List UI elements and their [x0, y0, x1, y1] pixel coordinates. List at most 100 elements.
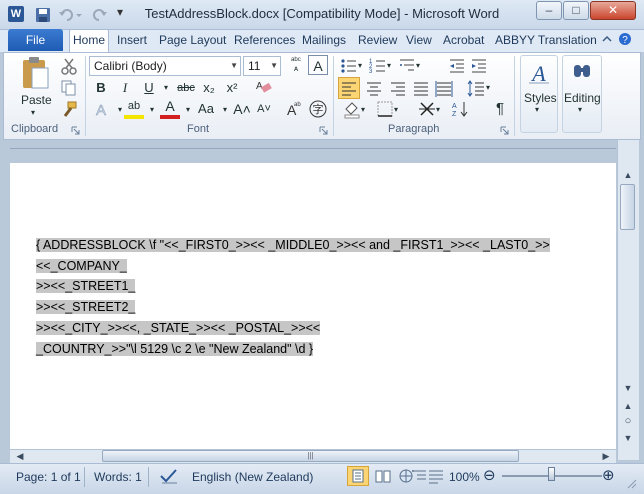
enclose-characters-icon[interactable]: 字	[308, 99, 328, 119]
shrink-font-button[interactable]: A˅	[254, 99, 274, 119]
highlight-color-button[interactable]: ab	[124, 99, 144, 119]
align-center-icon[interactable]	[364, 78, 384, 98]
paragraph-launcher-icon[interactable]	[500, 126, 509, 135]
phonetic-guide-icon[interactable]: Aab	[284, 99, 304, 119]
multilevel-list-dropdown-icon[interactable]: ▾	[413, 56, 423, 76]
asian-layout-dropdown-icon[interactable]: ▾	[433, 100, 443, 120]
proofing-errors-icon[interactable]	[159, 467, 179, 485]
tab-view[interactable]: View	[406, 33, 432, 47]
format-painter-icon[interactable]	[59, 100, 79, 120]
scroll-left-icon[interactable]: ◀	[12, 448, 28, 464]
tab-review[interactable]: Review	[358, 33, 397, 47]
font-launcher-icon[interactable]	[319, 126, 328, 135]
paste-label[interactable]: Paste	[21, 93, 52, 107]
show-hide-marks-button[interactable]: ¶	[490, 99, 510, 119]
zoom-in-icon[interactable]: ⊕	[602, 466, 615, 484]
font-color-button[interactable]: A	[160, 99, 180, 119]
document-line[interactable]: { ADDRESSBLOCK \f "<<_FIRST0_>><< _MIDDL…	[36, 238, 550, 252]
superscript-button[interactable]: x²	[222, 78, 242, 98]
align-left-button[interactable]	[338, 77, 360, 99]
strikethrough-button[interactable]: abc	[173, 78, 199, 98]
styles-label: Styles	[524, 91, 557, 105]
tab-acrobat[interactable]: Acrobat	[443, 33, 484, 47]
full-screen-reading-icon[interactable]	[373, 467, 393, 485]
subscript-button[interactable]: x₂	[199, 78, 219, 98]
field-code-text[interactable]: { ADDRESSBLOCK \f "<<_FIRST0_>><< _MIDDL…	[36, 238, 550, 252]
font-size-dropdown-icon[interactable]: ▼	[270, 57, 278, 75]
zoom-level[interactable]: 100%	[449, 470, 480, 484]
numbering-dropdown-icon[interactable]: ▾	[384, 56, 394, 76]
zoom-slider-thumb[interactable]	[548, 467, 555, 481]
sort-icon[interactable]: AZ	[451, 99, 471, 119]
previous-page-icon[interactable]: ▲	[620, 398, 636, 414]
decrease-indent-icon[interactable]	[447, 56, 467, 76]
font-size-select[interactable]: 11 ▼	[243, 56, 281, 76]
line-spacing-dropdown-icon[interactable]: ▾	[483, 78, 493, 98]
maximize-button[interactable]: □	[563, 1, 589, 20]
next-page-icon[interactable]: ▼	[620, 430, 636, 446]
distributed-icon[interactable]	[434, 78, 454, 98]
paste-icon[interactable]	[20, 56, 50, 92]
select-browse-object-icon[interactable]: ○	[620, 413, 636, 429]
tab-abbyy-translation[interactable]: ABBYY Translation	[495, 33, 597, 47]
field-code-text[interactable]: <<_COMPANY_	[36, 259, 127, 273]
help-icon[interactable]: ?	[618, 32, 632, 46]
document-line[interactable]: >><<_STREET1_	[36, 279, 136, 293]
close-button[interactable]: ✕	[590, 1, 636, 20]
copy-icon[interactable]	[59, 78, 79, 98]
document-line[interactable]: _COUNTRY_>>"\l 5129 \c 2 \e "New Zealand…	[36, 342, 314, 356]
document-line[interactable]: <<_COMPANY_	[36, 259, 127, 273]
horizontal-scroll-thumb[interactable]: |||	[102, 450, 519, 462]
draft-view-icon[interactable]	[426, 467, 446, 485]
vertical-scroll-thumb[interactable]	[620, 184, 635, 230]
scroll-right-icon[interactable]: ▶	[598, 448, 614, 464]
horizontal-ruler[interactable]	[10, 148, 616, 162]
language-status[interactable]: English (New Zealand)	[192, 470, 313, 484]
group-divider	[85, 56, 86, 136]
minimize-ribbon-icon[interactable]	[600, 32, 614, 46]
svg-text:A: A	[530, 61, 546, 86]
print-layout-icon	[352, 469, 364, 483]
tab-page-layout[interactable]: Page Layout	[159, 33, 226, 47]
character-border-icon[interactable]: A	[308, 55, 328, 75]
tab-insert[interactable]: Insert	[117, 33, 147, 47]
document-line[interactable]: >><<_CITY_>><<, _STATE_>><< _POSTAL_>><<	[36, 321, 321, 335]
grow-font-button[interactable]: A˄	[232, 99, 252, 119]
group-label-clipboard: Clipboard	[11, 123, 59, 135]
scroll-up-icon[interactable]: ▲	[620, 167, 636, 183]
page-count-status[interactable]: Page: 1 of 1	[16, 470, 81, 484]
clipboard-launcher-icon[interactable]	[71, 126, 80, 135]
field-code-text[interactable]: >><<_STREET2_	[36, 300, 136, 314]
tab-file[interactable]: File	[8, 29, 63, 51]
print-layout-button[interactable]	[347, 466, 369, 486]
shading-dropdown-icon[interactable]: ▾	[358, 100, 368, 120]
field-code-text[interactable]: >><<_CITY_>><<, _STATE_>><< _POSTAL_>><<	[36, 321, 321, 335]
bold-button[interactable]: B	[91, 78, 111, 98]
document-line[interactable]: >><<_STREET2_	[36, 300, 136, 314]
paste-dropdown-icon[interactable]: ▾	[31, 108, 35, 117]
highlight-dropdown-icon[interactable]: ▾	[142, 100, 162, 120]
minimize-button[interactable]: –	[536, 1, 562, 20]
justify-icon[interactable]	[411, 78, 431, 98]
borders-dropdown-icon[interactable]: ▾	[391, 100, 401, 120]
clear-formatting-icon[interactable]: A	[254, 77, 274, 97]
tab-mailings[interactable]: Mailings	[302, 33, 346, 47]
zoom-out-icon[interactable]: ⊖	[483, 466, 496, 484]
word-count-status[interactable]: Words: 1	[94, 470, 142, 484]
bullets-dropdown-icon[interactable]: ▾	[355, 56, 365, 76]
text-effects-icon[interactable]: ᵃᵇᶜ ᴬ	[286, 55, 306, 75]
scroll-down-icon[interactable]: ▼	[620, 380, 636, 396]
tab-home[interactable]: Home	[69, 29, 109, 53]
field-code-text[interactable]: >><<_STREET1_	[36, 279, 136, 293]
font-name-select[interactable]: Calibri (Body) ▼	[89, 56, 241, 76]
editing-dropdown-icon[interactable]: ▾	[578, 105, 582, 114]
tab-references[interactable]: References	[234, 33, 295, 47]
italic-button[interactable]: I	[115, 78, 135, 98]
increase-indent-icon[interactable]	[469, 56, 489, 76]
resize-grip-icon[interactable]	[626, 478, 638, 490]
align-right-icon[interactable]	[388, 78, 408, 98]
font-name-dropdown-icon[interactable]: ▼	[230, 57, 238, 75]
cut-icon[interactable]	[59, 56, 79, 76]
field-code-text[interactable]: _COUNTRY_>>"\l 5129 \c 2 \e "New Zealand…	[36, 342, 314, 356]
styles-dropdown-icon[interactable]: ▾	[535, 105, 539, 114]
